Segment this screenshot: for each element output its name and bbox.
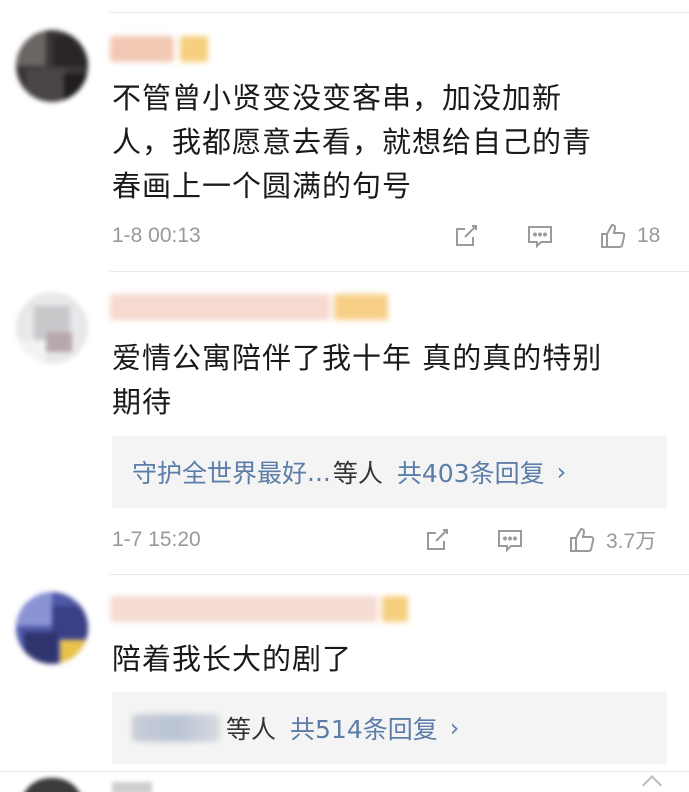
like-count: 18 xyxy=(637,224,661,247)
comment-meta: 1-8 00:13 18 xyxy=(112,221,667,251)
like-icon xyxy=(601,223,626,248)
chevron-right-icon: › xyxy=(449,714,460,742)
timestamp: 1-8 00:13 xyxy=(112,224,201,247)
comment-text-line: 爱情公寓陪伴了我十年 真的真的特别 xyxy=(112,341,603,375)
like-button[interactable]: 3.7万 xyxy=(568,525,656,555)
avatar[interactable] xyxy=(16,292,88,364)
avatar[interactable] xyxy=(16,592,88,664)
username-blurred[interactable] xyxy=(110,36,210,62)
divider xyxy=(110,574,689,575)
comment-button[interactable] xyxy=(526,221,554,251)
comment-icon xyxy=(528,226,552,249)
reply-username[interactable]: 守护全世界最好 xyxy=(132,454,307,490)
reply-preview[interactable]: 等人 共514条回复 › xyxy=(112,692,667,764)
reply-suffix: 等人 xyxy=(226,715,277,744)
reply-username-blurred[interactable] xyxy=(132,714,220,742)
comment-button[interactable] xyxy=(496,525,524,555)
timestamp: 1-7 15:20 xyxy=(112,528,201,551)
username-blurred[interactable] xyxy=(110,294,390,320)
comment-text: 陪着我长大的剧了 xyxy=(112,637,672,681)
reply-preview[interactable]: 守护全世界最好... 等人 共403条回复 › xyxy=(112,436,667,508)
comment-text-line: 春画上一个圆满的句号 xyxy=(112,169,413,203)
share-icon xyxy=(427,529,448,550)
reply-total[interactable]: 共403条回复 xyxy=(397,454,545,490)
share-button[interactable] xyxy=(452,221,480,251)
like-button[interactable]: 18 xyxy=(599,221,660,251)
like-icon xyxy=(570,527,595,552)
username-blurred[interactable] xyxy=(110,596,410,622)
avatar[interactable] xyxy=(20,778,84,792)
comment-text-line: 不管曾小贤变没变客串，加没加新 xyxy=(112,81,563,115)
chevron-right-icon: › xyxy=(556,458,567,486)
comment-text-line: 期待 xyxy=(112,385,173,419)
comment-text: 不管曾小贤变没变客串，加没加新 人，我都愿意去看，就想给自己的青 春画上一个圆满… xyxy=(112,76,672,208)
comment-text-line: 陪着我长大的剧了 xyxy=(112,642,353,676)
next-comment-partial xyxy=(0,772,689,792)
like-count: 3.7万 xyxy=(606,530,657,553)
comment-text-line: 人，我都愿意去看，就想给自己的青 xyxy=(112,125,593,159)
share-icon xyxy=(456,225,477,246)
avatar[interactable] xyxy=(16,30,88,102)
username-blurred[interactable] xyxy=(112,782,152,792)
comment-icon xyxy=(498,530,522,553)
reply-ellipsis: ... xyxy=(307,457,331,487)
reply-suffix: 等人 xyxy=(332,459,383,488)
comment-meta: 1-7 15:20 3.7万 xyxy=(112,525,667,555)
divider xyxy=(110,12,689,13)
share-button[interactable] xyxy=(423,525,451,555)
divider xyxy=(110,271,689,272)
chevron-up-icon xyxy=(642,775,662,792)
comment-text: 爱情公寓陪伴了我十年 真的真的特别 期待 xyxy=(112,336,672,424)
comment-list: 不管曾小贤变没变客串，加没加新 人，我都愿意去看，就想给自己的青 春画上一个圆满… xyxy=(0,0,689,792)
reply-total[interactable]: 共514条回复 xyxy=(290,710,438,746)
